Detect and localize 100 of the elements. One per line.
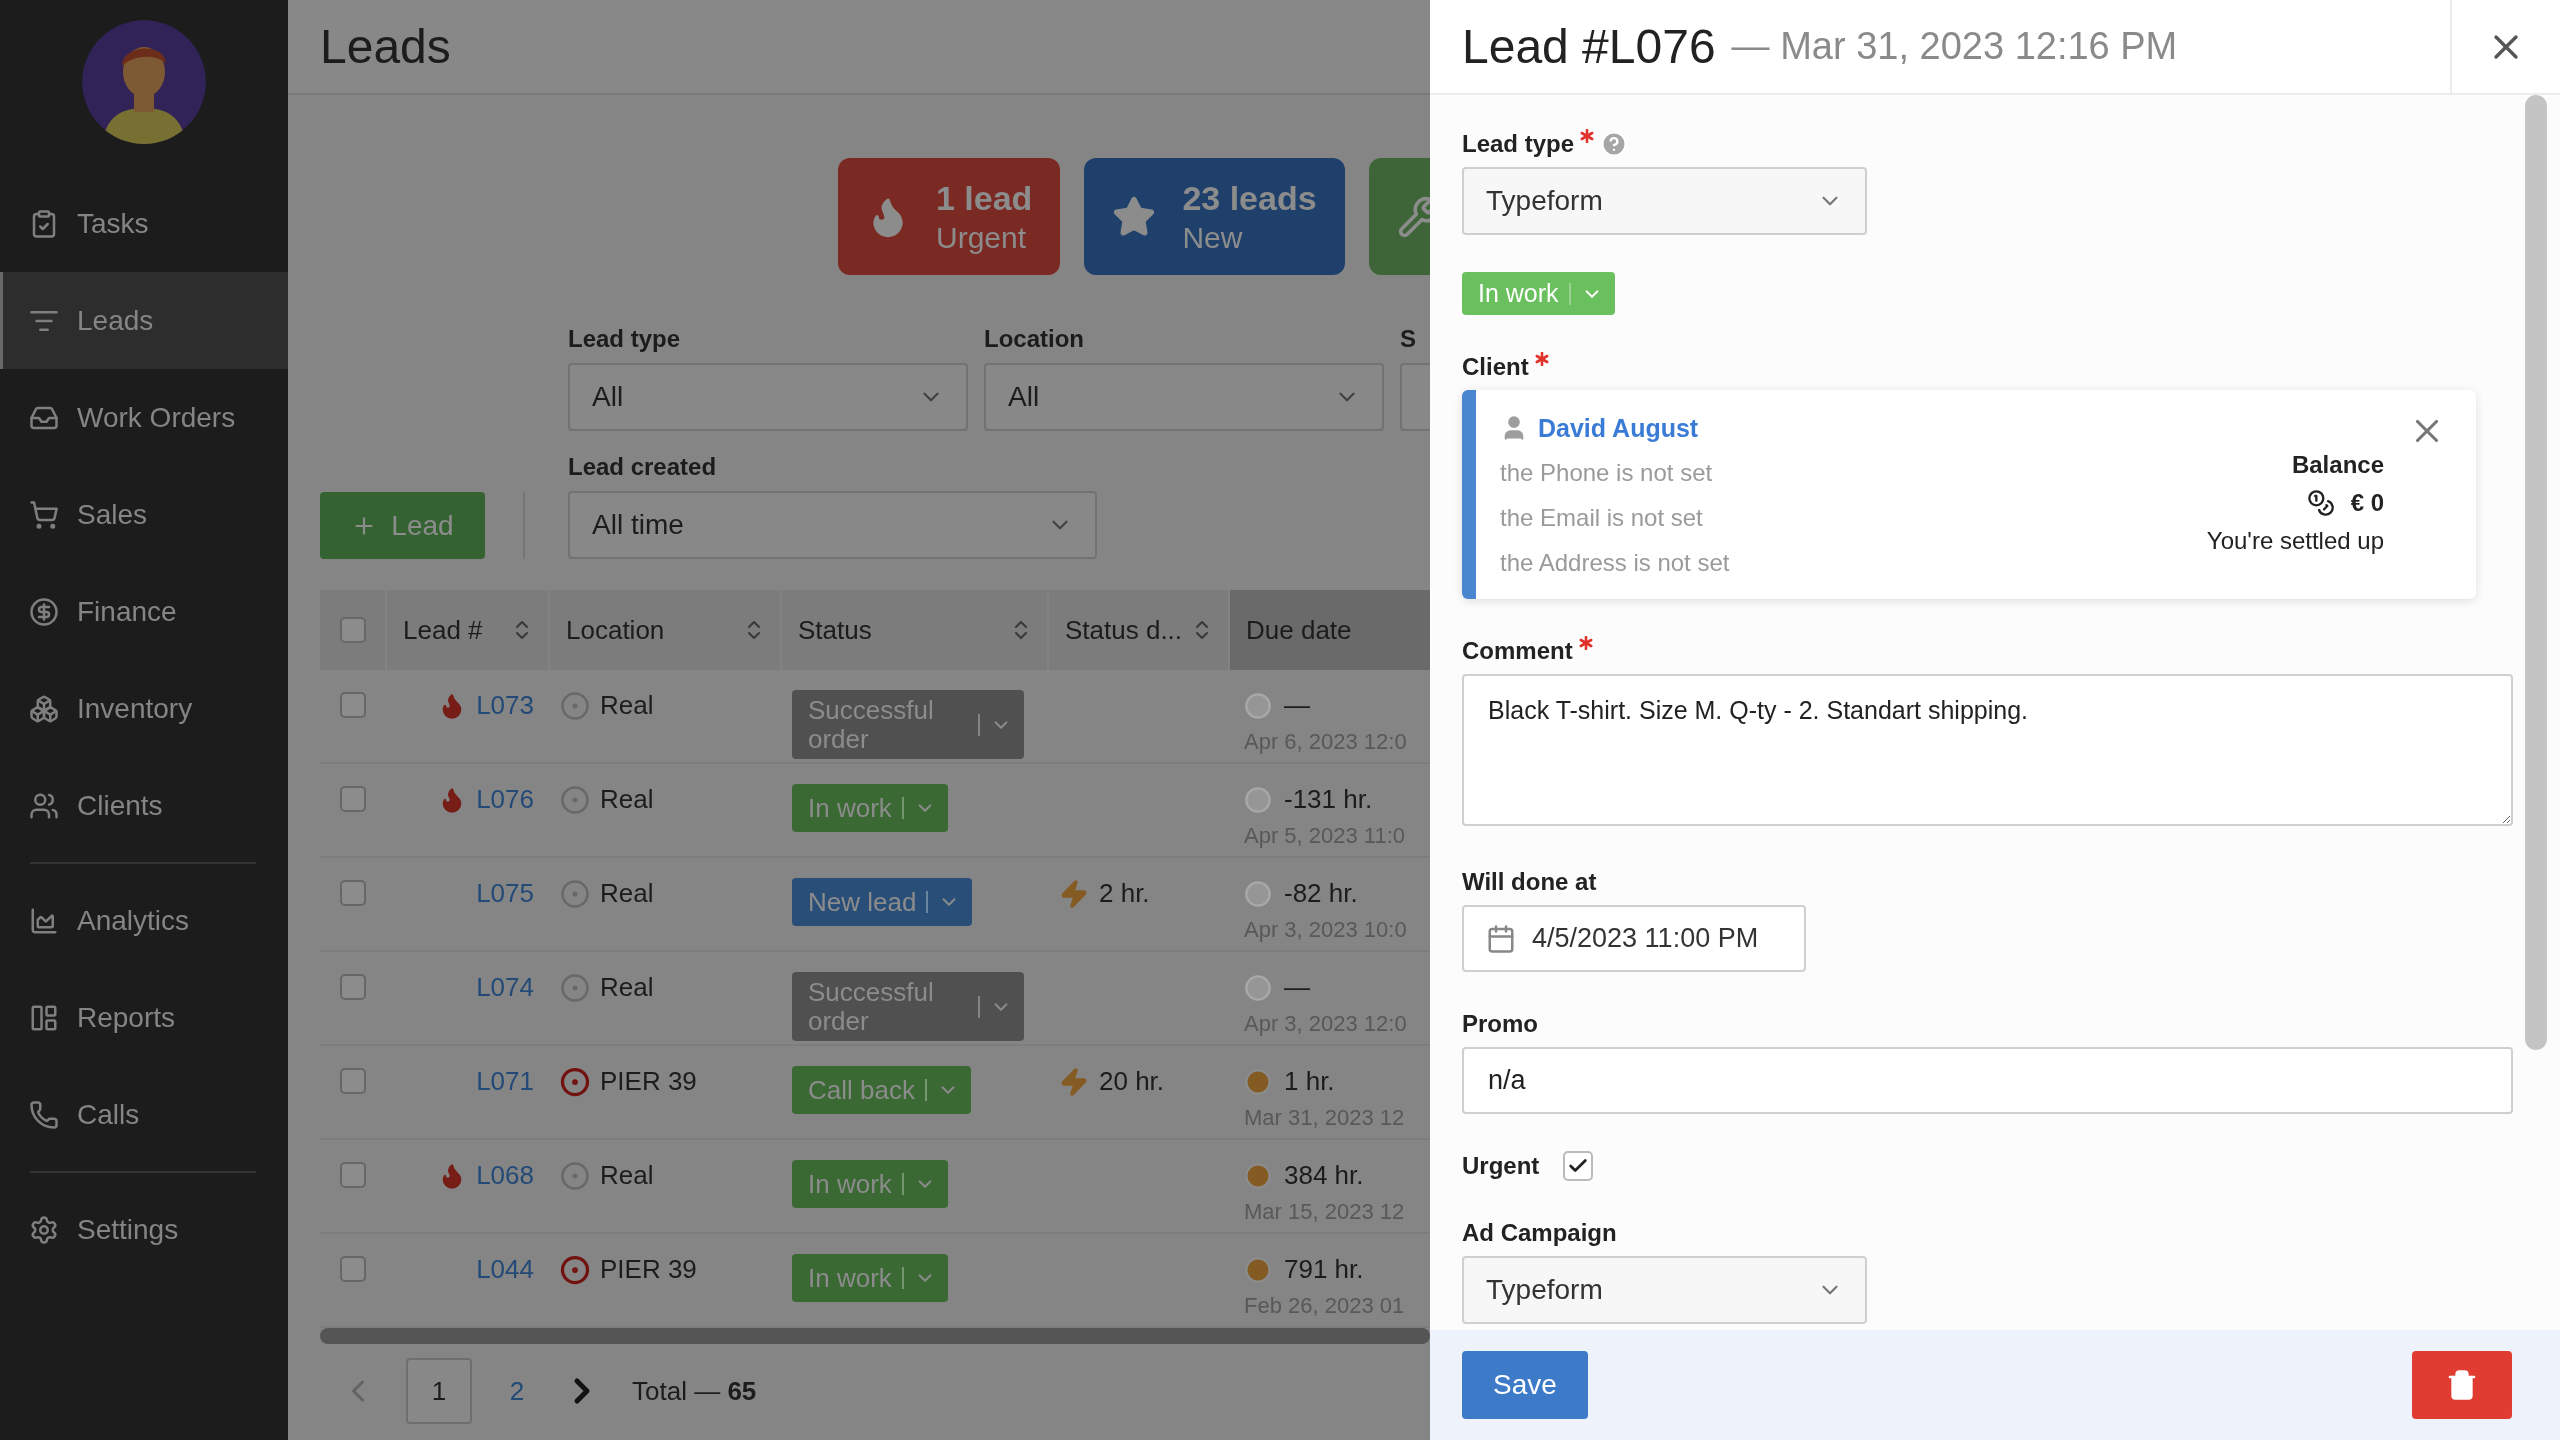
trash-icon bbox=[2446, 1369, 2478, 1401]
client-name-link[interactable]: David August bbox=[1538, 413, 1699, 443]
column-header[interactable]: Due date bbox=[1228, 590, 1430, 670]
status-dropdown[interactable]: New lead bbox=[792, 878, 973, 926]
lead-link[interactable]: L044 bbox=[476, 1254, 534, 1285]
field-label: Will done at bbox=[1462, 868, 1597, 896]
filter-label: Lead type bbox=[568, 325, 682, 353]
sidebar-item[interactable]: Leads bbox=[0, 272, 288, 369]
status-dropdown[interactable]: In work bbox=[1462, 272, 1615, 315]
location-text: PIER 39 bbox=[600, 1254, 697, 1285]
field-label: Lead type bbox=[1462, 130, 1575, 158]
due-hours: — bbox=[1284, 690, 1310, 721]
date-field[interactable]: 4/5/2023 11:00 PM bbox=[1462, 905, 1806, 972]
due-hours: 791 hr. bbox=[1284, 1254, 1364, 1285]
cart-icon bbox=[29, 499, 59, 530]
lightning-icon bbox=[1059, 1066, 1089, 1097]
wrench-icon bbox=[1396, 194, 1430, 239]
lead-link[interactable]: L068 bbox=[476, 1160, 534, 1191]
comment-field[interactable]: Black T-shirt. Size M. Q-ty - 2. Standart shipping. bbox=[1462, 674, 2513, 826]
panel-subtitle: — Mar 31, 2023 12:16 PM bbox=[1731, 25, 2178, 68]
stat-card[interactable]: 23 leads New bbox=[1084, 158, 1345, 275]
checkbox[interactable] bbox=[339, 1068, 366, 1094]
checkbox[interactable] bbox=[339, 974, 366, 1000]
add-lead-button[interactable]: Lead bbox=[320, 492, 485, 559]
delete-button[interactable] bbox=[2412, 1351, 2512, 1419]
lead-link[interactable]: L074 bbox=[476, 972, 534, 1003]
sidebar-item[interactable]: Settings bbox=[0, 1181, 288, 1278]
sidebar-item[interactable]: Tasks bbox=[0, 175, 288, 272]
horizontal-scrollbar[interactable] bbox=[320, 1328, 1430, 1344]
input-field[interactable]: n/a bbox=[1462, 1047, 2513, 1114]
checkbox[interactable] bbox=[1563, 1151, 1594, 1181]
checkbox[interactable] bbox=[339, 692, 366, 718]
checkbox[interactable] bbox=[339, 617, 366, 643]
total-count: Total — 65 bbox=[632, 1375, 757, 1407]
status-duration: 20 hr. bbox=[1099, 1066, 1165, 1097]
page-title: Leads bbox=[320, 19, 451, 74]
dollar-icon bbox=[29, 596, 59, 627]
select-field[interactable]: All bbox=[568, 363, 968, 431]
location-text: PIER 39 bbox=[600, 1066, 697, 1097]
due-hours: 384 hr. bbox=[1284, 1160, 1364, 1191]
boxes-icon bbox=[29, 693, 59, 724]
field-label: Promo bbox=[1462, 1010, 1538, 1038]
client-detail: the Address is not set bbox=[1500, 548, 1731, 578]
select-field[interactable]: All time bbox=[568, 491, 1097, 559]
client-detail: the Phone is not set bbox=[1500, 458, 1714, 488]
sidebar-item[interactable]: Reports bbox=[0, 969, 288, 1066]
location-text: Real bbox=[600, 1160, 654, 1191]
balance-label: Balance bbox=[2291, 450, 2384, 479]
field-label: Ad Campaign bbox=[1462, 1219, 1617, 1247]
lead-link[interactable]: L075 bbox=[476, 878, 534, 909]
location-text: Real bbox=[600, 878, 654, 909]
client-detail: the Email is not set bbox=[1500, 503, 1704, 533]
sidebar-item[interactable]: Sales bbox=[0, 466, 288, 563]
location-text: Real bbox=[600, 972, 654, 1003]
field-label: Comment bbox=[1462, 637, 1573, 665]
balance-value: € 0 bbox=[2350, 488, 2384, 517]
balance-note: You're settled up bbox=[2206, 526, 2384, 555]
coins-icon bbox=[2306, 488, 2335, 517]
save-button[interactable]: Save bbox=[1462, 1351, 1588, 1419]
column-header[interactable]: Lead # bbox=[385, 590, 548, 670]
status-dropdown[interactable]: Successful order bbox=[792, 690, 1024, 760]
filter-label: S bbox=[1400, 325, 1417, 353]
column-header[interactable]: Status bbox=[780, 590, 1047, 670]
sidebar-item[interactable]: Calls bbox=[0, 1066, 288, 1163]
sidebar-item[interactable]: Inventory bbox=[0, 660, 288, 757]
location-text: Real bbox=[600, 690, 654, 721]
field-label: Urgent bbox=[1462, 1152, 1540, 1180]
checkbox[interactable] bbox=[339, 880, 366, 906]
filter-label: Lead created bbox=[568, 453, 718, 481]
panel-title: Lead #L076 bbox=[1462, 19, 1716, 74]
location-text: Real bbox=[600, 784, 654, 815]
due-hours: -131 hr. bbox=[1284, 784, 1373, 815]
checkbox[interactable] bbox=[339, 1256, 366, 1282]
page-button[interactable]: 2 bbox=[502, 1358, 532, 1424]
column-header[interactable]: Location bbox=[548, 590, 780, 670]
sidebar-item[interactable]: Analytics bbox=[0, 872, 288, 969]
phone-icon bbox=[29, 1099, 59, 1130]
sidebar-item[interactable]: Finance bbox=[0, 563, 288, 660]
stat-card[interactable]: 1 lead Urgent bbox=[838, 158, 1061, 275]
page-button[interactable]: 1 bbox=[406, 1358, 472, 1424]
vertical-scrollbar[interactable] bbox=[2525, 95, 2547, 1050]
select-field[interactable]: Typeform bbox=[1462, 1256, 1867, 1324]
checkbox[interactable] bbox=[339, 786, 366, 812]
field-label: Client bbox=[1462, 353, 1529, 381]
lightning-icon bbox=[1059, 878, 1089, 909]
status-duration: 2 hr. bbox=[1099, 878, 1150, 909]
calendar-icon bbox=[1486, 923, 1516, 954]
checkbox[interactable] bbox=[339, 1162, 366, 1188]
select-field[interactable]: All bbox=[984, 363, 1384, 431]
due-hours: — bbox=[1284, 972, 1310, 1003]
lead-link[interactable]: L071 bbox=[476, 1066, 534, 1097]
status-dropdown[interactable]: Successful order bbox=[792, 972, 1024, 1042]
sidebar-item[interactable]: Work Orders bbox=[0, 369, 288, 466]
due-hours: -82 hr. bbox=[1284, 878, 1358, 909]
avatar[interactable] bbox=[82, 20, 206, 144]
filter-label: Location bbox=[984, 325, 1085, 353]
lead-link[interactable]: L076 bbox=[476, 784, 534, 815]
select-field[interactable]: Typeform bbox=[1462, 167, 1867, 235]
sidebar-item[interactable]: Clients bbox=[0, 757, 288, 854]
lead-link[interactable]: L073 bbox=[476, 690, 534, 721]
